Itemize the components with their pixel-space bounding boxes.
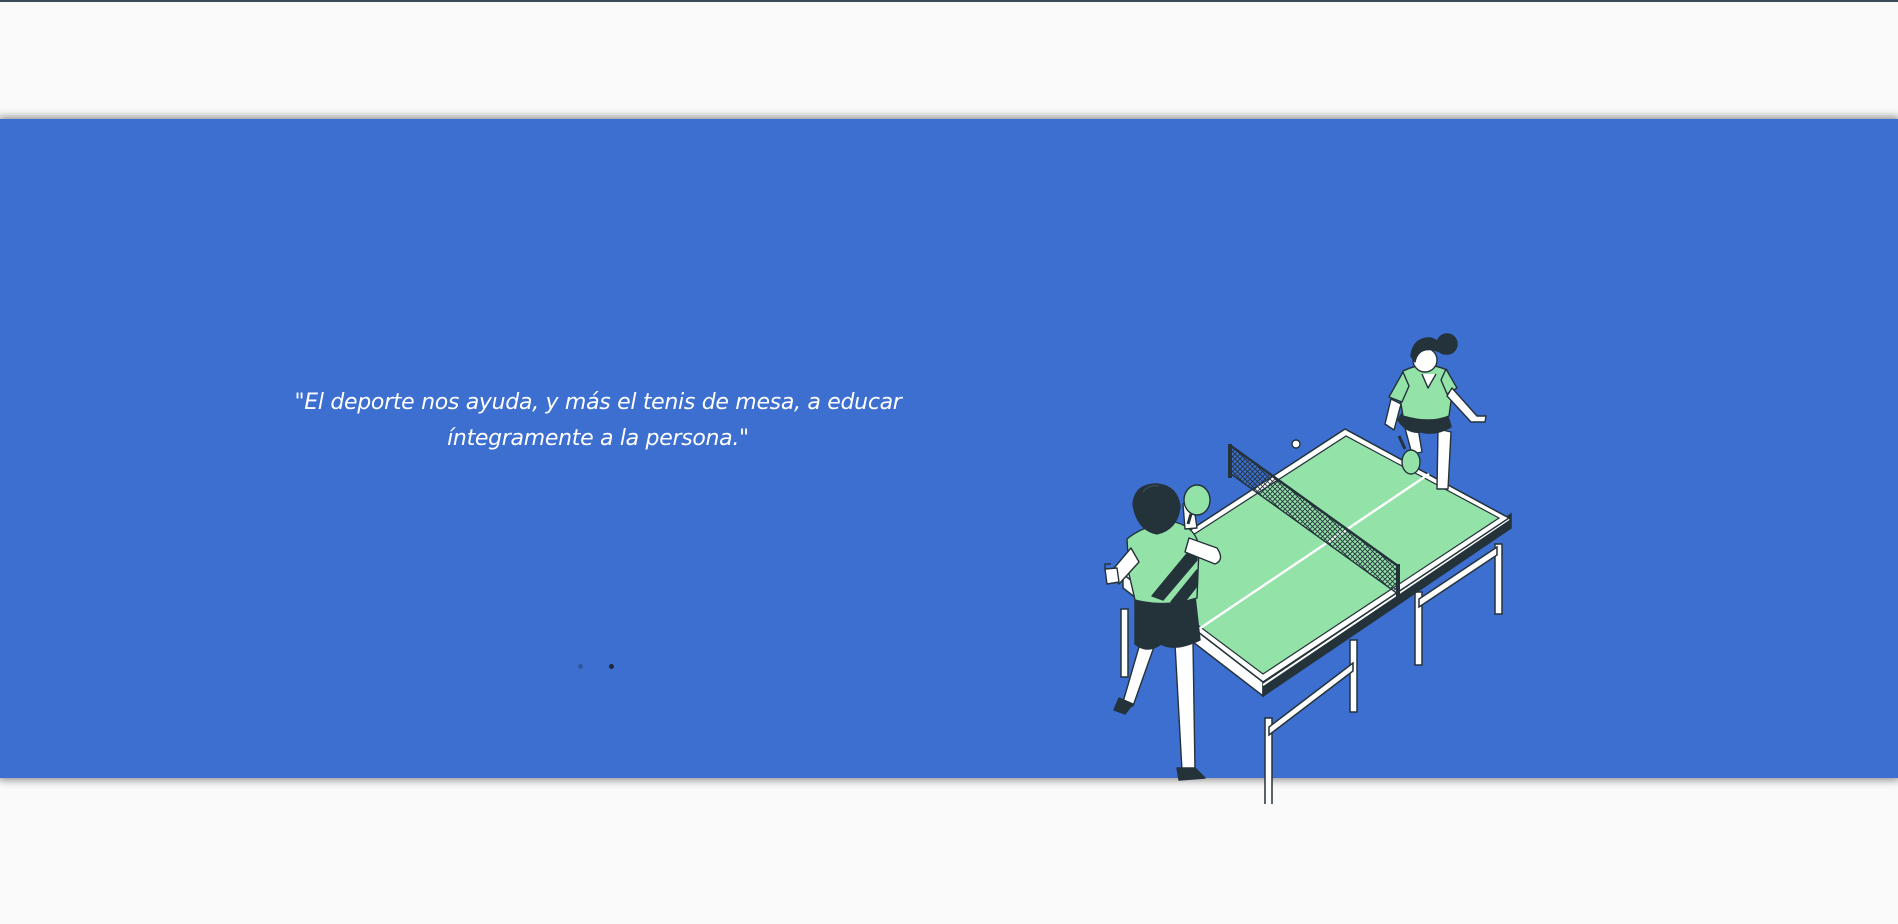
ball-icon	[1291, 439, 1301, 449]
hero-banner: "El deporte nos ayuda, y más el tenis de…	[0, 119, 1898, 804]
carousel-dot-1[interactable]	[578, 664, 583, 669]
top-divider	[0, 0, 1898, 2]
table-tennis-players-illustration	[1104, 333, 1512, 804]
carousel-dot-2-active[interactable]	[609, 664, 614, 669]
carousel-indicators	[578, 664, 614, 669]
hero-quote: "El deporte nos ayuda, y más el tenis de…	[294, 390, 902, 451]
